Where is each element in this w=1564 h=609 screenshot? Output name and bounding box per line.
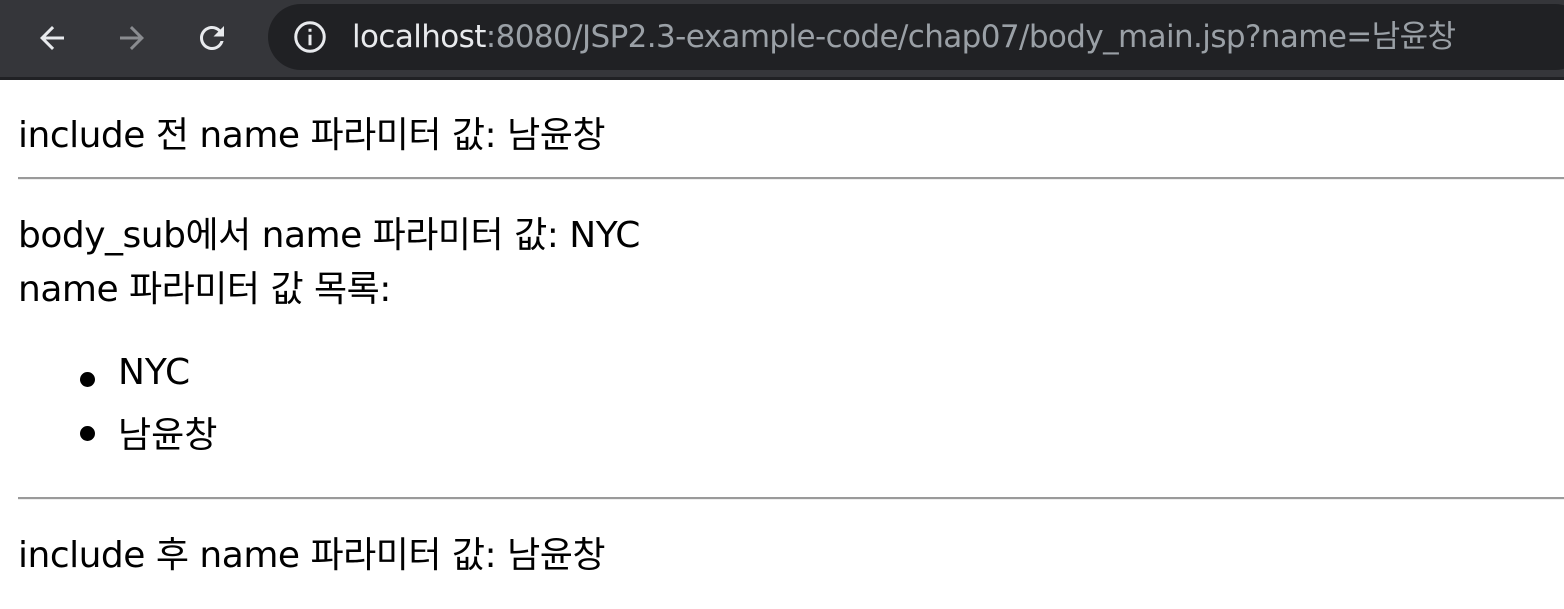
sub-param-text: body_sub에서 name 파라미터 값: NYC bbox=[18, 215, 640, 256]
url-path: :8080/JSP2.3-example-code/chap07/body_ma… bbox=[485, 19, 1456, 55]
address-bar[interactable]: localhost:8080/JSP2.3-example-code/chap0… bbox=[268, 4, 1564, 70]
forward-button[interactable] bbox=[106, 12, 158, 64]
before-include-text: include 전 name 파라미터 값: 남윤창 bbox=[18, 115, 605, 156]
back-button[interactable] bbox=[26, 12, 78, 64]
arrow-right-icon bbox=[120, 26, 144, 50]
reload-button[interactable] bbox=[186, 12, 238, 64]
list-item-label: NYC bbox=[118, 352, 191, 393]
browser-toolbar: localhost:8080/JSP2.3-example-code/chap0… bbox=[0, 0, 1564, 80]
list-item-label: 남윤창 bbox=[118, 415, 218, 456]
list-heading: name 파라미터 값 목록: bbox=[18, 269, 391, 310]
divider bbox=[18, 177, 1564, 180]
bullet-icon bbox=[80, 426, 95, 441]
after-include-text: include 후 name 파라미터 값: 남윤창 bbox=[18, 535, 605, 576]
bullet-icon bbox=[80, 372, 95, 387]
reload-icon bbox=[200, 25, 224, 50]
url-host: localhost bbox=[352, 19, 486, 55]
divider bbox=[18, 497, 1564, 500]
url-text[interactable]: localhost:8080/JSP2.3-example-code/chap0… bbox=[352, 4, 1456, 70]
info-icon[interactable] bbox=[292, 19, 328, 55]
arrow-left-icon bbox=[40, 26, 64, 50]
